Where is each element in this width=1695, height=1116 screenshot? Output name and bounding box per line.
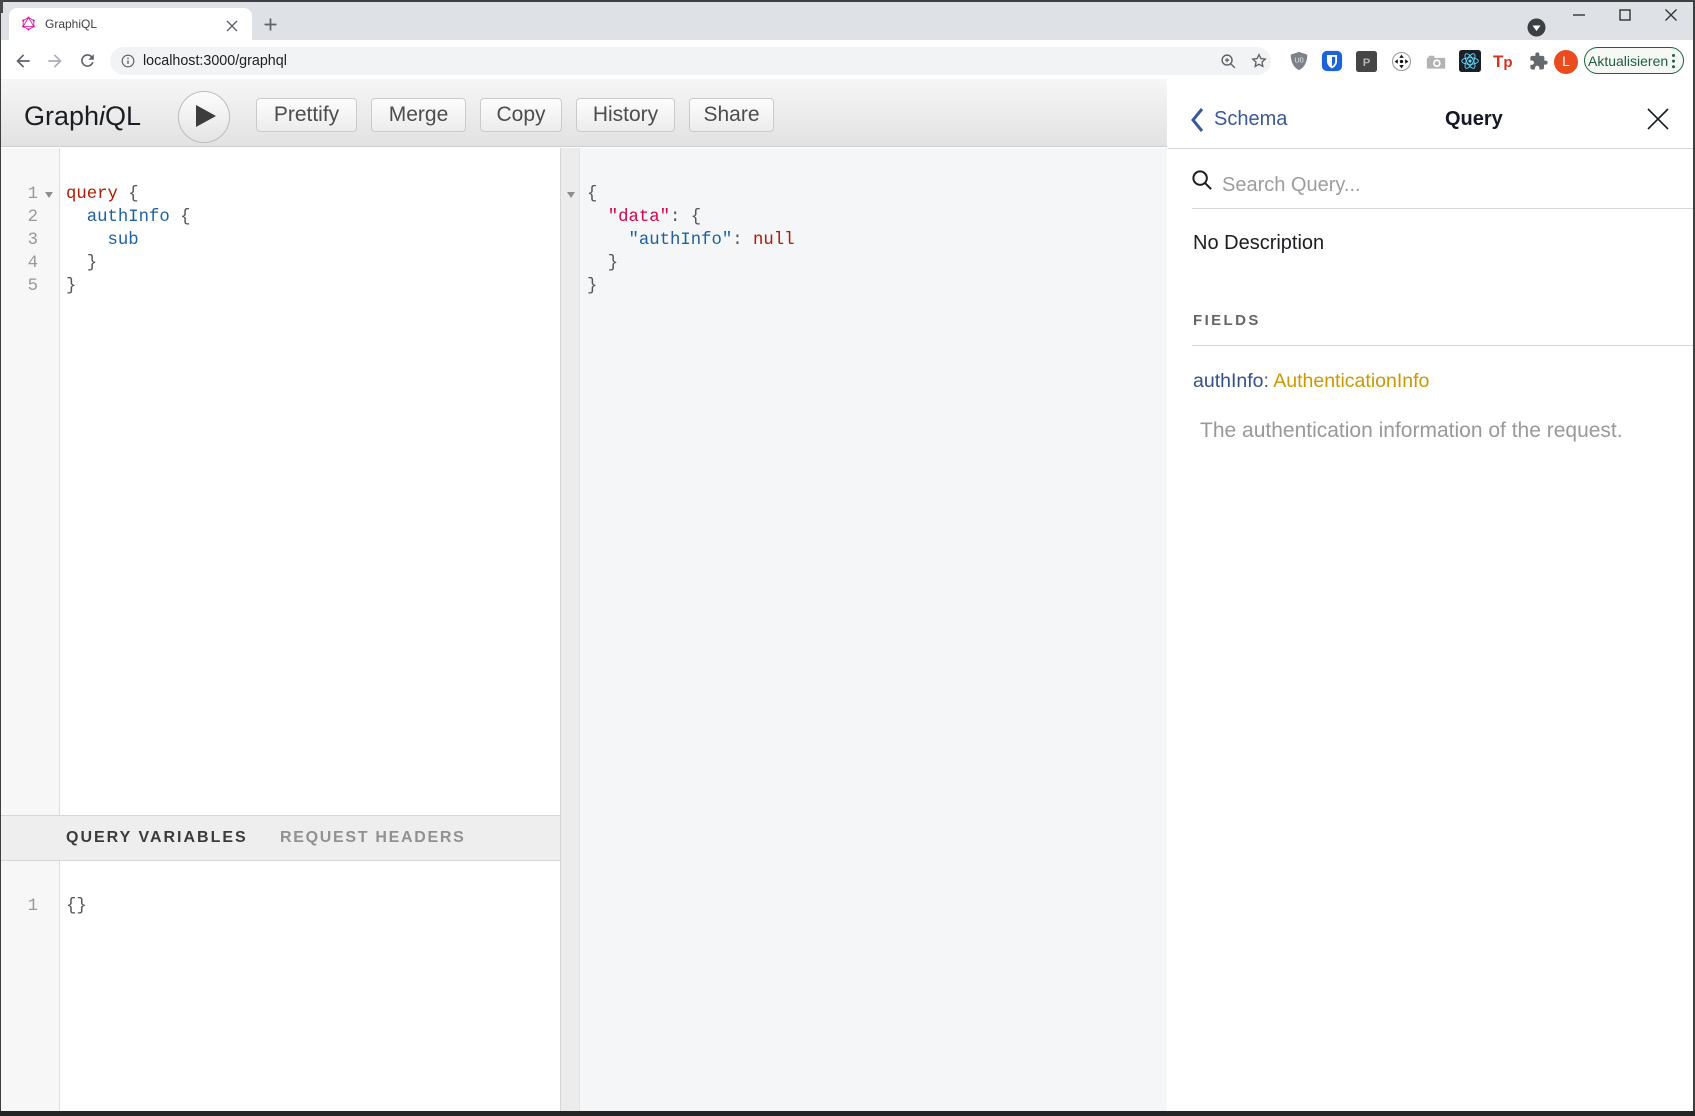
svg-text:U0: U0 xyxy=(1294,55,1303,64)
svg-text:P: P xyxy=(1363,57,1371,69)
